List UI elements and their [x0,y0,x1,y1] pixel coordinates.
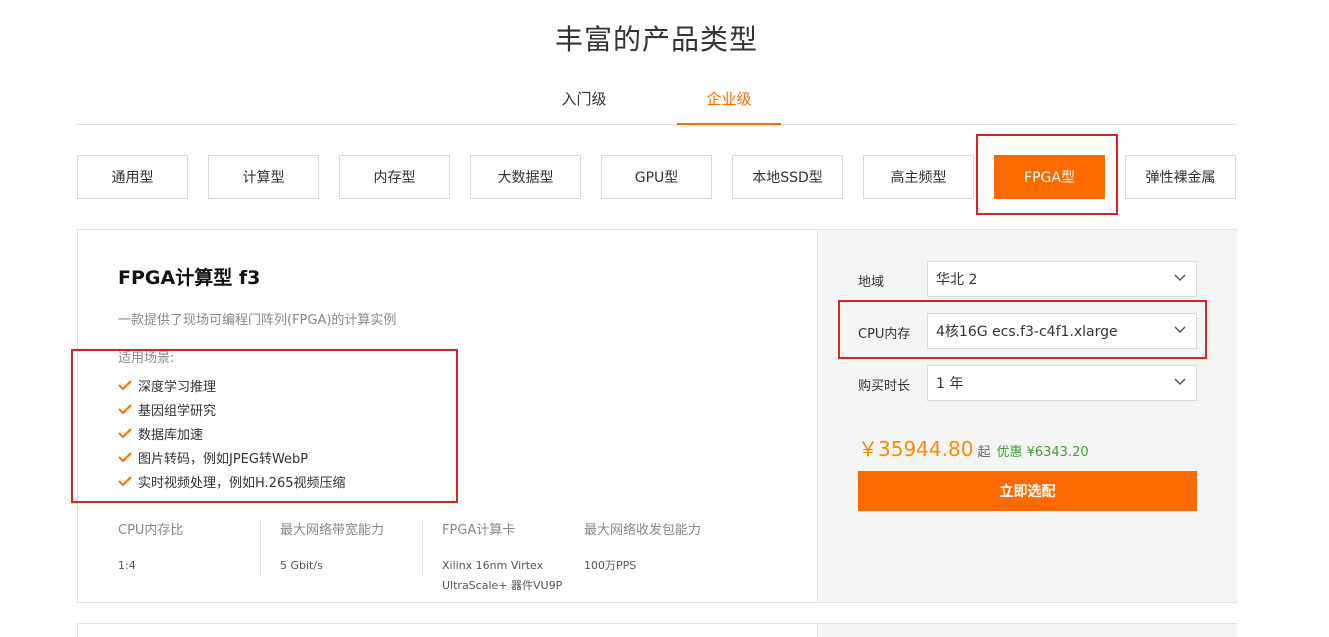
scenarios-list: 深度学习推理 基因组学研究 数据库加速 图片转码，例如JPEG转WebP 实时视… [118,373,346,493]
spec-value: 5 Gbit/s [280,559,323,572]
list-item: 数据库加速 [118,421,346,445]
check-icon [118,428,132,439]
price-value: ￥35944.80 [858,437,974,461]
spec-value: 100万PPS [584,559,637,572]
spec-max-pps: 最大网络收发包能力 100万PPS [584,519,701,576]
type-button-compute[interactable]: 计算型 [208,155,319,199]
region-label: 地域 [858,275,885,290]
region-value: 华北 2 [936,272,978,288]
duration-select[interactable]: 1 年 [927,365,1197,401]
spec-label: FPGA计算卡 [442,523,516,538]
type-button-local-ssd[interactable]: 本地SSD型 [732,155,843,199]
scenario-label: 深度学习推理 [138,379,217,395]
list-item: 实时视频处理，例如H.265视频压缩 [118,469,346,493]
duration-label: 购买时长 [858,379,911,394]
type-button-bare-metal[interactable]: 弹性裸金属 [1125,155,1236,199]
scenario-label: 数据库加速 [138,427,204,443]
product-card: FPGA计算型 f3 一款提供了现场可编程门阵列(FPGA)的计算实例 适用场景… [77,229,1237,603]
scenario-label: 实时视频处理，例如H.265视频压缩 [138,475,346,491]
discount-text: 优惠 ¥6343.20 [996,445,1089,460]
level-tabs: 入门级 企业级 [77,78,1237,125]
spec-divider [260,519,261,577]
type-button-memory[interactable]: 内存型 [339,155,450,199]
scenario-label: 图片转码，例如JPEG转WebP [138,451,309,467]
spec-value: Xilinx 16nm Virtex UltraScale+ 器件VU9P [442,559,563,592]
tab-entry-level[interactable]: 入门级 [539,88,629,125]
config-panel: 地域 华北 2 CPU内存 4核16G ecs.f3-c4f1.xlarge 购… [817,230,1237,602]
chevron-down-icon [1174,274,1186,282]
product-description: 一款提供了现场可编程门阵列(FPGA)的计算实例 [118,313,397,328]
buy-now-button[interactable]: 立即选配 [858,471,1197,511]
type-button-big-data[interactable]: 大数据型 [470,155,581,199]
chevron-down-icon [1174,326,1186,334]
type-button-general[interactable]: 通用型 [77,155,188,199]
spec-cpu-memory-ratio: CPU内存比 1:4 [118,519,183,576]
spec-label: 最大网络收发包能力 [584,523,702,538]
tab-enterprise-level[interactable]: 企业级 [677,88,781,125]
type-button-gpu[interactable]: GPU型 [601,155,712,199]
check-icon [118,452,132,463]
check-icon [118,476,132,487]
price-unit: 起 [977,445,991,460]
scenarios-title: 适用场景: [118,351,175,366]
spec-max-bandwidth: 最大网络带宽能力 5 Gbit/s [280,519,384,576]
cpu-memory-label: CPU内存 [858,327,911,342]
cpu-memory-select[interactable]: 4核16G ecs.f3-c4f1.xlarge [927,313,1197,349]
scenario-label: 基因组学研究 [138,403,217,419]
list-item: 基因组学研究 [118,397,346,421]
chevron-down-icon [1174,378,1186,386]
check-icon [118,380,132,391]
spec-divider [422,519,423,577]
spec-label: CPU内存比 [118,523,184,538]
spec-fpga-card: FPGA计算卡 Xilinx 16nm Virtex UltraScale+ 器… [442,519,577,596]
spec-label: 最大网络带宽能力 [280,523,385,538]
duration-value: 1 年 [936,376,964,392]
type-button-fpga[interactable]: FPGA型 [994,155,1105,199]
price-row: ￥35944.80 起优惠 ¥6343.20 [858,433,1089,462]
spec-value: 1:4 [118,559,136,572]
region-select[interactable]: 华北 2 [927,261,1197,297]
product-name: FPGA计算型 f3 [118,267,261,289]
cpu-memory-value: 4核16G ecs.f3-c4f1.xlarge [936,324,1118,340]
next-config-panel [817,624,1237,637]
list-item: 深度学习推理 [118,373,346,397]
page-title: 丰富的产品类型 [554,23,758,56]
list-item: 图片转码，例如JPEG转WebP [118,445,346,469]
check-icon [118,404,132,415]
type-button-high-frequency[interactable]: 高主频型 [863,155,974,199]
next-product-card [77,623,1237,637]
